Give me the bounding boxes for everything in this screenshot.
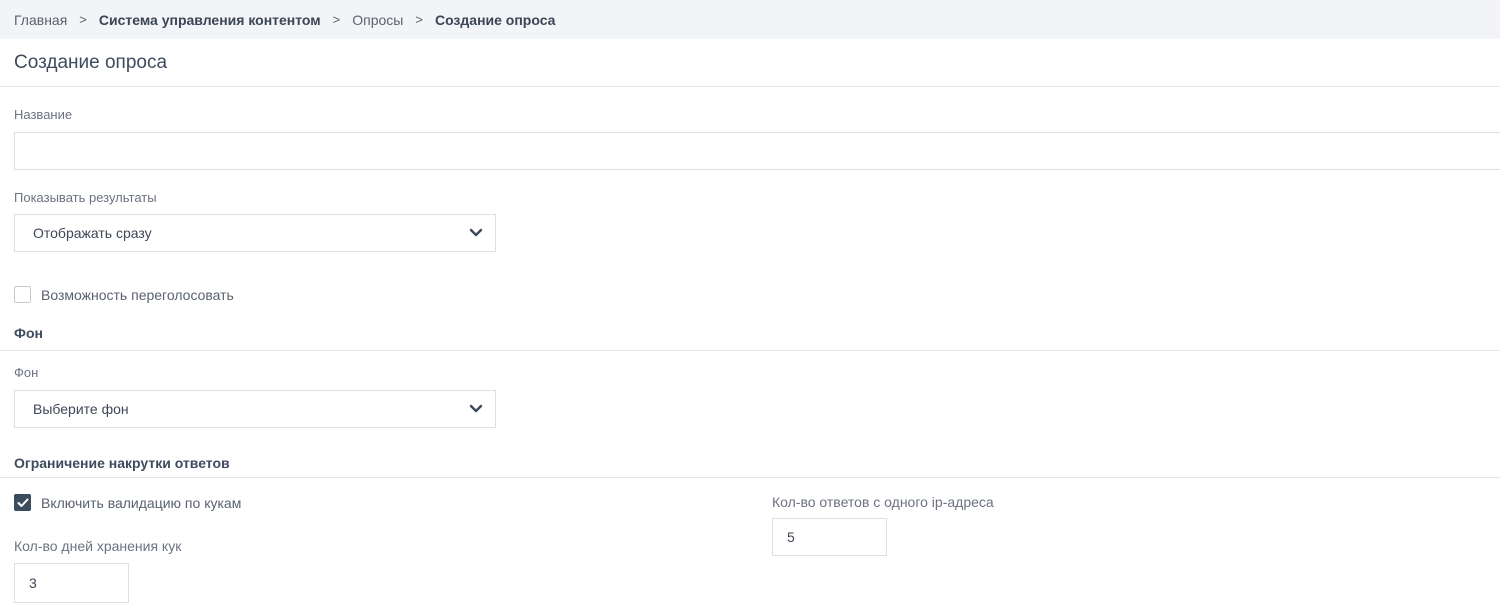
cookie-days-value: 3 bbox=[29, 575, 37, 591]
background-value: Выберите фон bbox=[33, 401, 129, 417]
cookie-days-input[interactable]: 3 bbox=[14, 563, 129, 603]
breadcrumb-cms-link[interactable]: Система управления контентом bbox=[99, 12, 321, 28]
name-label: Название bbox=[14, 107, 73, 122]
cookie-validation-label: Включить валидацию по кукам bbox=[41, 494, 242, 511]
cookie-validation-row[interactable]: Включить валидацию по кукам bbox=[14, 494, 241, 511]
breadcrumb-separator-icon: > bbox=[332, 12, 341, 27]
breadcrumb-separator-icon: > bbox=[79, 12, 87, 27]
show-results-label: Показывать результаты bbox=[14, 190, 157, 205]
background-select[interactable]: Выберите фон bbox=[14, 390, 496, 428]
revote-checkbox-row[interactable]: Возможность переголосовать bbox=[14, 286, 234, 303]
background-section-divider bbox=[0, 350, 1500, 351]
chevron-down-icon bbox=[469, 404, 483, 414]
limit-section-title: Ограничение накрутки ответов bbox=[14, 455, 230, 471]
revote-label: Возможность переголосовать bbox=[41, 286, 234, 303]
ip-answers-input[interactable]: 5 bbox=[772, 518, 887, 556]
ip-answers-label: Кол-во ответов с одного ip-адреса bbox=[772, 494, 994, 510]
breadcrumb-home-link[interactable]: Главная bbox=[14, 12, 67, 28]
chevron-down-icon bbox=[469, 228, 483, 238]
breadcrumb-current: Создание опроса bbox=[434, 11, 556, 28]
show-results-select[interactable]: Отображать сразу bbox=[14, 214, 496, 252]
revote-checkbox[interactable] bbox=[14, 286, 31, 303]
breadcrumb: Главная > Система управления контентом >… bbox=[0, 0, 1500, 39]
title-divider bbox=[0, 86, 1500, 87]
cookie-days-label: Кол-во дней хранения кук bbox=[14, 538, 182, 554]
background-label: Фон bbox=[14, 365, 39, 380]
breadcrumb-separator-icon: > bbox=[415, 12, 423, 27]
ip-answers-value: 5 bbox=[787, 529, 795, 545]
name-input[interactable] bbox=[14, 132, 1500, 170]
page-title: Создание опроса bbox=[14, 52, 168, 73]
breadcrumb-polls-link[interactable]: Опросы bbox=[352, 12, 403, 28]
checkmark-icon bbox=[17, 498, 28, 507]
limit-section-divider bbox=[0, 477, 1500, 478]
background-section-title: Фон bbox=[14, 325, 43, 341]
show-results-value: Отображать сразу bbox=[33, 225, 152, 241]
cookie-validation-checkbox[interactable] bbox=[14, 494, 31, 511]
